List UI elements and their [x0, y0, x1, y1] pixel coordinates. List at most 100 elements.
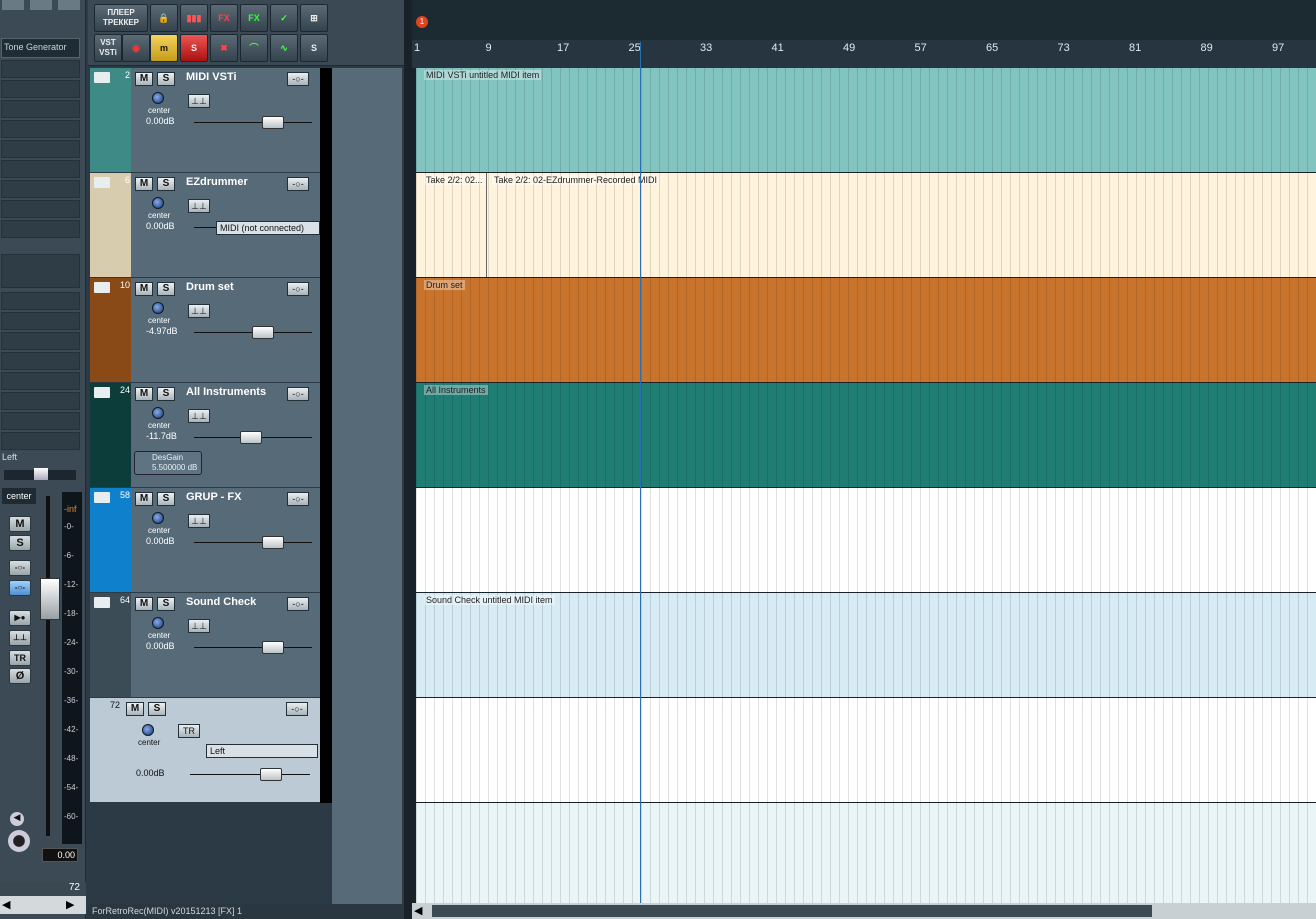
fx-slot[interactable]	[1, 160, 80, 178]
fx-slot[interactable]	[1, 80, 80, 98]
mixer-icon[interactable]: ▮▮▮	[180, 4, 208, 32]
volume-fader-thumb[interactable]	[262, 641, 284, 654]
volume-value[interactable]: 0.00	[42, 848, 78, 862]
fx-slot[interactable]	[1, 292, 80, 310]
folder-icon[interactable]	[94, 72, 110, 83]
routing-icon[interactable]: ⊞	[300, 4, 328, 32]
mute-button[interactable]: M	[9, 516, 31, 532]
track-lane[interactable]: Sound Check untitled MIDI item	[416, 593, 1316, 697]
track-mute-button[interactable]: M	[135, 282, 153, 296]
fx-slot[interactable]	[1, 180, 80, 198]
fx-slot[interactable]	[1, 352, 80, 370]
player-tracker-button[interactable]: ПЛЕЕР ТРЕККЕР	[94, 4, 148, 32]
volume-fader[interactable]	[190, 774, 310, 775]
volume-fader-thumb[interactable]	[40, 578, 60, 620]
send-slot[interactable]	[1, 254, 80, 288]
track-solo-button[interactable]: S	[157, 387, 175, 401]
volume-fader-thumb[interactable]	[260, 768, 282, 781]
pan-knob[interactable]	[152, 197, 164, 209]
track-lane[interactable]: Drum set	[416, 278, 1316, 382]
monitor-button[interactable]: ⊥⊥	[188, 94, 210, 108]
track-lane[interactable]: Take 2/2: 02... Take 2/2: 02-EZdrummer-Re…	[416, 173, 1316, 277]
fx-chain-button[interactable]: -○-	[286, 702, 308, 716]
media-item-label[interactable]: Sound Check untitled MIDI item	[424, 595, 555, 605]
trim-button[interactable]: TR	[9, 650, 31, 666]
fx-chain-button[interactable]: -○-	[287, 387, 309, 401]
track-solo-button[interactable]: S	[157, 177, 175, 191]
mixer-tab-3[interactable]	[58, 0, 80, 10]
media-item-label[interactable]: Take 2/2: 02...	[424, 175, 485, 185]
scroll-right-icon[interactable]: ▶	[66, 898, 74, 911]
record-arm-button[interactable]: ▶●	[9, 610, 31, 626]
pan-knob[interactable]	[152, 92, 164, 104]
solo-all-button[interactable]: S	[180, 34, 208, 62]
input-select[interactable]: MIDI (not connected)	[216, 221, 320, 235]
track-lane[interactable]	[416, 698, 1316, 802]
pan-knob[interactable]	[152, 302, 164, 314]
fx-slot[interactable]	[1, 332, 80, 350]
track-header[interactable]: 6MSEZdrummercenter0.00dBTR⊥⊥-○-MIDI (not…	[90, 173, 396, 277]
track-header[interactable]: 72MScenter0.00dBTR⊥⊥-○-Left	[90, 698, 330, 802]
media-item-label[interactable]: All Instruments	[424, 385, 488, 395]
envelope-show-icon[interactable]: ⌒	[240, 34, 268, 62]
marker-lane[interactable]: 1	[412, 0, 1316, 40]
fx-slot[interactable]	[1, 220, 80, 238]
track-mute-button[interactable]: M	[135, 387, 153, 401]
fx-show-button[interactable]: FX	[240, 4, 268, 32]
horizontal-scrollbar[interactable]: ◀	[412, 903, 1316, 919]
track-mute-button[interactable]: M	[135, 72, 153, 86]
track-name[interactable]: Drum set	[186, 281, 234, 293]
fx-chain-button[interactable]: -○-	[287, 492, 309, 506]
track-name[interactable]: MIDI VSTi	[186, 71, 237, 83]
track-name[interactable]: GRUP - FX	[186, 491, 241, 503]
fx-enable-button[interactable]: -○-	[9, 580, 31, 596]
folder-icon[interactable]	[94, 597, 110, 608]
playhead[interactable]	[640, 42, 641, 903]
media-item-label[interactable]: MIDI VSTi untitled MIDI item	[424, 70, 542, 80]
volume-fader[interactable]	[194, 542, 312, 543]
record-icon[interactable]: ◉	[122, 34, 150, 62]
track-solo-button[interactable]: S	[157, 282, 175, 296]
mixer-tab-1[interactable]	[2, 0, 24, 10]
monitor-button[interactable]: ⊥⊥	[188, 619, 210, 633]
folder-icon[interactable]	[94, 177, 110, 188]
folder-icon[interactable]	[94, 492, 110, 503]
vst-vsti-button[interactable]: VST VSTi	[94, 34, 122, 62]
automation-icon[interactable]: ∿	[270, 34, 298, 62]
pan-knob[interactable]	[152, 617, 164, 629]
check-icon[interactable]: ✓	[270, 4, 298, 32]
fx-slot[interactable]	[1, 120, 80, 138]
speaker-icon[interactable]: ◀	[10, 812, 24, 826]
phase-button[interactable]: Ø	[9, 668, 31, 684]
monitor-button[interactable]: ⊥⊥	[9, 630, 31, 646]
track-lane[interactable]	[416, 488, 1316, 592]
track-mute-button[interactable]: M	[126, 702, 144, 716]
fx-slot[interactable]	[1, 200, 80, 218]
pan-knob[interactable]	[152, 407, 164, 419]
fx-bypass-button[interactable]: -○-	[9, 560, 31, 576]
pan-knob[interactable]	[152, 512, 164, 524]
volume-fader-thumb[interactable]	[262, 116, 284, 129]
fx-slot[interactable]	[1, 312, 80, 330]
scroll-thumb[interactable]	[432, 905, 1152, 917]
fx-slot[interactable]	[1, 60, 80, 78]
record-input-icon[interactable]	[8, 830, 30, 852]
track-lane[interactable]: All Instruments	[416, 383, 1316, 487]
input-select[interactable]: Left	[206, 744, 318, 758]
volume-fader[interactable]	[194, 647, 312, 648]
timeline-ruler[interactable]: 1 9 17 25 33 41 49 57 65 73 81 89 97	[412, 40, 1316, 68]
mute-all-button[interactable]: m	[150, 34, 178, 62]
volume-fader-thumb[interactable]	[252, 326, 274, 339]
envelope-off-icon[interactable]: ✖	[210, 34, 238, 62]
fx-off-button[interactable]: FX	[210, 4, 238, 32]
fx-chain-button[interactable]: -○-	[287, 597, 309, 611]
media-item-label[interactable]: Take 2/2: 02-EZdrummer-Recorded MIDI	[492, 175, 660, 185]
empty-lane[interactable]	[416, 803, 1316, 903]
folder-icon[interactable]	[94, 282, 110, 293]
volume-fader[interactable]	[194, 122, 312, 123]
fx-chain-button[interactable]: -○-	[287, 177, 309, 191]
track-solo-button[interactable]: S	[148, 702, 166, 716]
lock-icon[interactable]: 🔒	[150, 4, 178, 32]
fx-slot[interactable]	[1, 100, 80, 118]
track-header[interactable]: 58MSGRUP - FXcenter0.00dBTR⊥⊥-○-FX	[90, 488, 396, 592]
